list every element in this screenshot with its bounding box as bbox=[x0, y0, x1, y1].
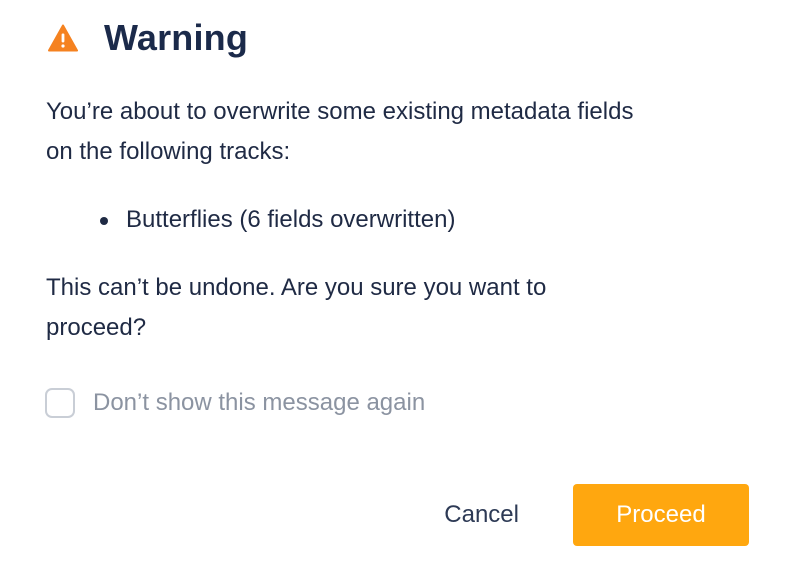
dialog-title: Warning bbox=[104, 17, 249, 58]
track-list: Butterflies (6 fields overwritten) bbox=[100, 200, 455, 240]
dont-show-again-label[interactable]: Don’t show this message again bbox=[93, 389, 425, 417]
intro-line-2: on the following tracks: bbox=[46, 138, 291, 165]
warning-triangle-icon bbox=[48, 24, 78, 52]
intro-text: You’re about to overwrite some existing … bbox=[46, 92, 766, 172]
confirm-line-1: This can’t be undone. Are you sure you w… bbox=[46, 274, 547, 301]
track-label: Butterflies (6 fields overwritten) bbox=[126, 206, 456, 233]
intro-line-1: You’re about to overwrite some existing … bbox=[46, 98, 634, 125]
dont-show-again-checkbox[interactable] bbox=[45, 388, 75, 418]
confirm-line-2: proceed? bbox=[46, 314, 147, 341]
list-item: Butterflies (6 fields overwritten) bbox=[100, 200, 455, 240]
bullet-icon bbox=[100, 217, 108, 225]
dialog-header: Warning bbox=[48, 14, 248, 62]
dont-show-again-row[interactable]: Don’t show this message again bbox=[45, 388, 425, 418]
proceed-button[interactable]: Proceed bbox=[573, 484, 749, 546]
confirm-text: This can’t be undone. Are you sure you w… bbox=[46, 268, 686, 348]
dialog-actions: Cancel Proceed bbox=[416, 484, 749, 546]
cancel-button[interactable]: Cancel bbox=[416, 484, 547, 546]
warning-dialog: Warning You’re about to overwrite some e… bbox=[0, 0, 793, 576]
